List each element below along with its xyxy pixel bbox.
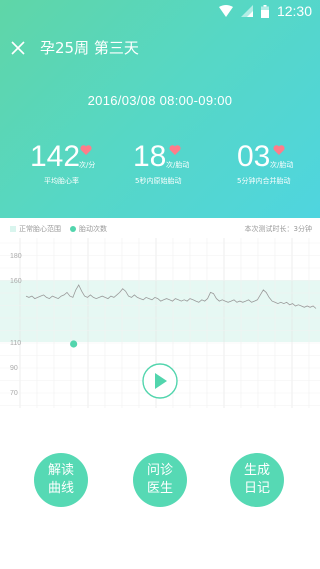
stat-average-heart-rate: 142 次/分 平均胎心率 [0, 138, 107, 198]
signal-icon [240, 5, 253, 17]
status-icons: 12:30 [218, 3, 312, 19]
close-icon[interactable] [10, 40, 26, 56]
range-swatch [10, 226, 16, 232]
play-button[interactable] [142, 363, 178, 399]
button-label: 解读 曲线 [48, 462, 74, 498]
interpret-curve-button[interactable]: 解读 曲线 [34, 453, 88, 507]
button-label: 生成 日记 [244, 462, 270, 498]
movement-markers [70, 340, 78, 348]
stat-merged-fetal-movement: 03 次/胎动 5分钟内合并胎动 [213, 138, 320, 198]
label-line-1: 生成 [243, 463, 270, 478]
status-bar: 12:30 [0, 0, 320, 24]
label-line-2: 日记 [243, 481, 270, 496]
normal-range-band [0, 280, 320, 342]
app-bar: 孕25周 第三天 [0, 30, 320, 66]
stat-label: 5分钟内合并胎动 [237, 177, 291, 185]
label-line-2: 曲线 [47, 481, 74, 496]
wifi-icon [218, 5, 233, 17]
legend-movement: 胎动次数 [70, 224, 107, 234]
stat-value: 142 [30, 140, 81, 173]
consult-doctor-button[interactable]: 问诊 医生 [133, 453, 187, 507]
status-time: 12:30 [276, 3, 312, 19]
test-duration: 本次测试时长：3分钟 [244, 225, 312, 233]
y-tick-label: 70 [10, 390, 18, 397]
stat-value: 03 [237, 140, 271, 173]
session-datetime: 2016/03/08 08:00-09:00 [87, 93, 233, 108]
heart-icon [80, 145, 92, 155]
stat-raw-fetal-movement: 18 次/胎动 5秒内原始胎动 [107, 138, 214, 198]
generate-diary-button[interactable]: 生成 日记 [230, 453, 284, 507]
y-tick-label: 180 [10, 253, 22, 260]
button-label: 问诊 医生 [147, 462, 173, 498]
label-line-1: 问诊 [146, 463, 173, 478]
legend-normal-range: 正常胎心范围 [10, 224, 61, 234]
movement-marker [70, 340, 78, 348]
stat-value: 18 [133, 140, 167, 173]
stat-unit: 次/胎动 [166, 161, 190, 169]
legend-movement-label: 胎动次数 [79, 225, 107, 233]
action-buttons: 解读 曲线 问诊 医生 生成 日记 [0, 450, 320, 510]
y-tick-label: 160 [10, 278, 22, 285]
y-tick-label: 110 [10, 340, 21, 347]
stat-label: 平均胎心率 [44, 177, 79, 185]
label-line-2: 医生 [146, 481, 173, 496]
battery-icon [260, 4, 269, 18]
stats-row: 142 次/分 平均胎心率 18 次/胎动 5秒内原始胎动 03 次/胎动 5分… [0, 138, 320, 198]
stat-unit: 次/分 [79, 161, 96, 169]
heart-icon [273, 145, 285, 155]
stat-label: 5秒内原始胎动 [135, 177, 182, 185]
legend-range-label: 正常胎心范围 [19, 225, 61, 233]
label-line-1: 解读 [47, 463, 74, 478]
y-tick-label: 90 [10, 365, 18, 372]
heart-icon [169, 145, 181, 155]
chart-legend: 正常胎心范围 胎动次数 本次测试时长：3分钟 [0, 218, 320, 238]
fetal-heart-rate-chart[interactable]: 180 160 110 90 70 [0, 238, 320, 408]
stat-unit: 次/胎动 [270, 161, 294, 169]
page-title: 孕25周 第三天 [40, 39, 139, 57]
movement-swatch [70, 226, 76, 232]
